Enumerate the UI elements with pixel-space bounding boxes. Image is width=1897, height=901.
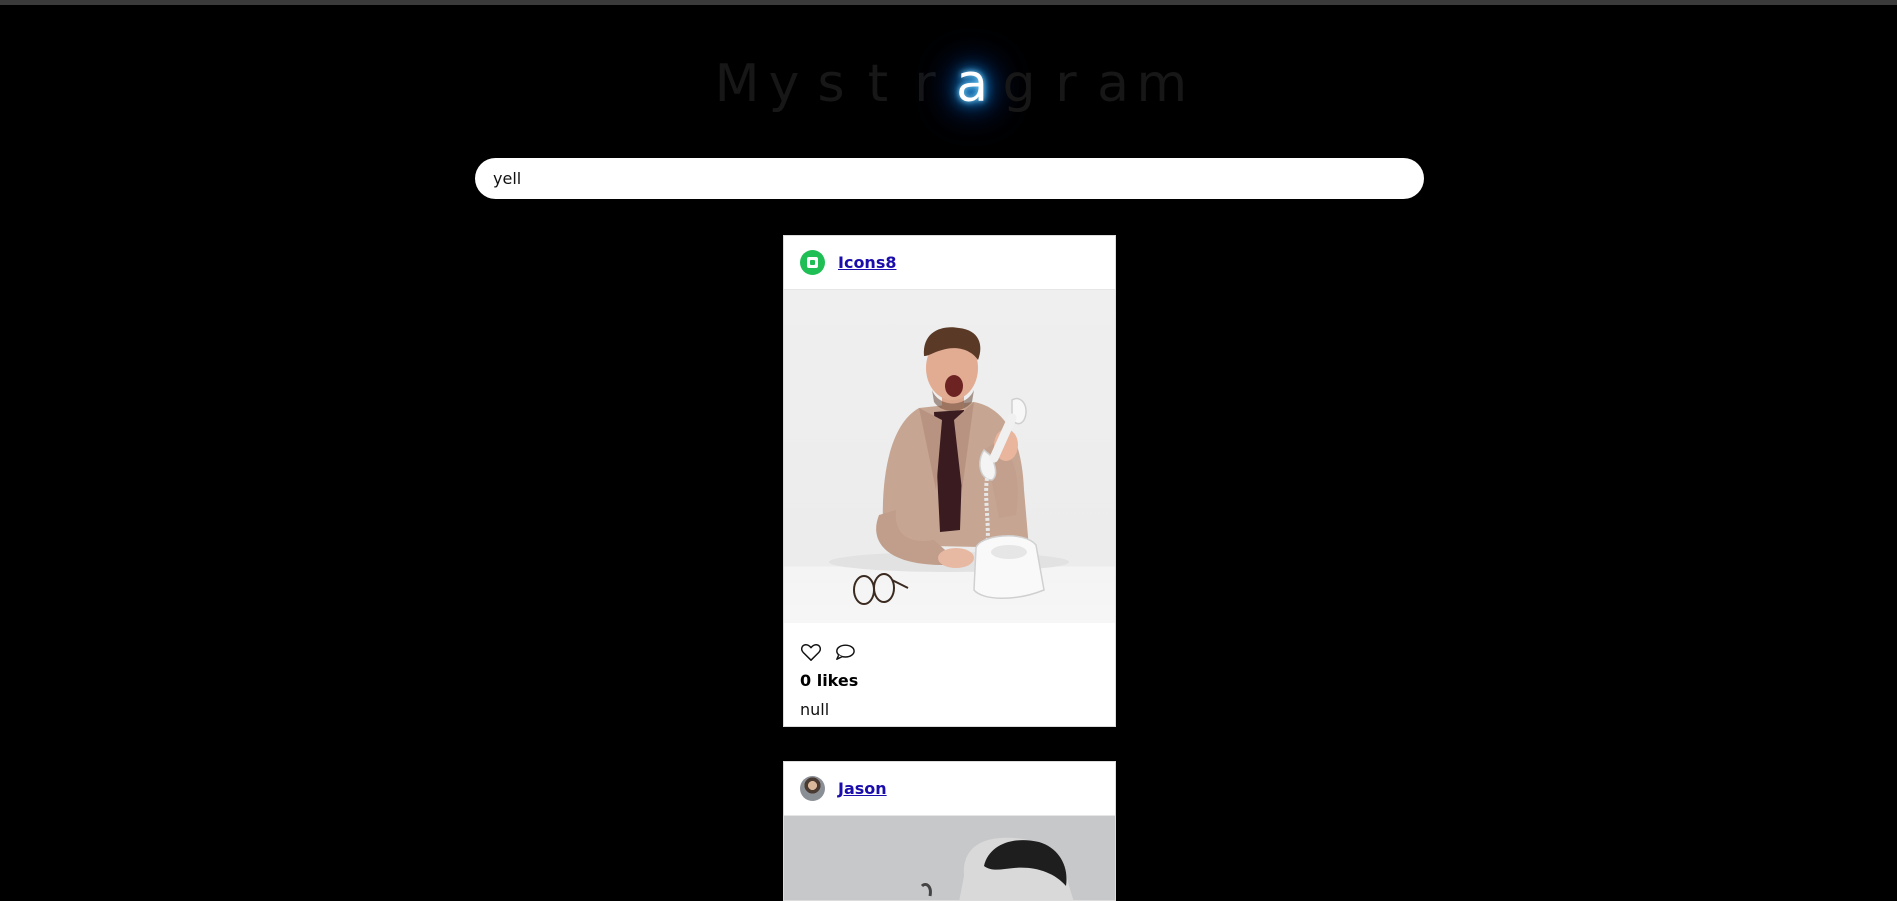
post-actions (784, 623, 1115, 669)
heart-icon[interactable] (800, 642, 822, 666)
logo-letter: g (1002, 54, 1036, 114)
post-username-link[interactable]: Jason (838, 779, 887, 798)
logo-letter: r (1055, 54, 1077, 114)
search-input[interactable] (475, 158, 1424, 199)
logo-letter: M (714, 54, 760, 114)
comment-icon[interactable] (834, 642, 856, 666)
search-bar (475, 158, 1424, 199)
browser-top-strip (0, 0, 1897, 5)
post-header: Icons8 (784, 236, 1115, 290)
logo-letter: m (1136, 54, 1188, 114)
post-image (784, 290, 1115, 623)
icons8-logo-icon (800, 250, 825, 275)
user-photo-avatar (800, 776, 825, 801)
app-logo: Mystragram (0, 52, 1897, 116)
logo-letter: t (867, 54, 889, 114)
logo-letter: a (1097, 54, 1129, 114)
like-count: 0 likes (800, 671, 859, 690)
post-image (784, 816, 1115, 900)
logo-letter: s (817, 54, 845, 114)
post-username-link[interactable]: Icons8 (838, 253, 896, 272)
logo-letter: y (768, 54, 800, 114)
post-card: Jason (783, 761, 1116, 901)
logo-letter: r (914, 54, 936, 114)
logo-letter-glowing: a (956, 54, 988, 114)
post-photo (829, 327, 1069, 605)
post-caption: null (800, 700, 830, 719)
post-photo (784, 816, 1115, 900)
post-header: Jason (784, 762, 1115, 816)
post-card: Icons8 0 likes null (783, 235, 1116, 727)
